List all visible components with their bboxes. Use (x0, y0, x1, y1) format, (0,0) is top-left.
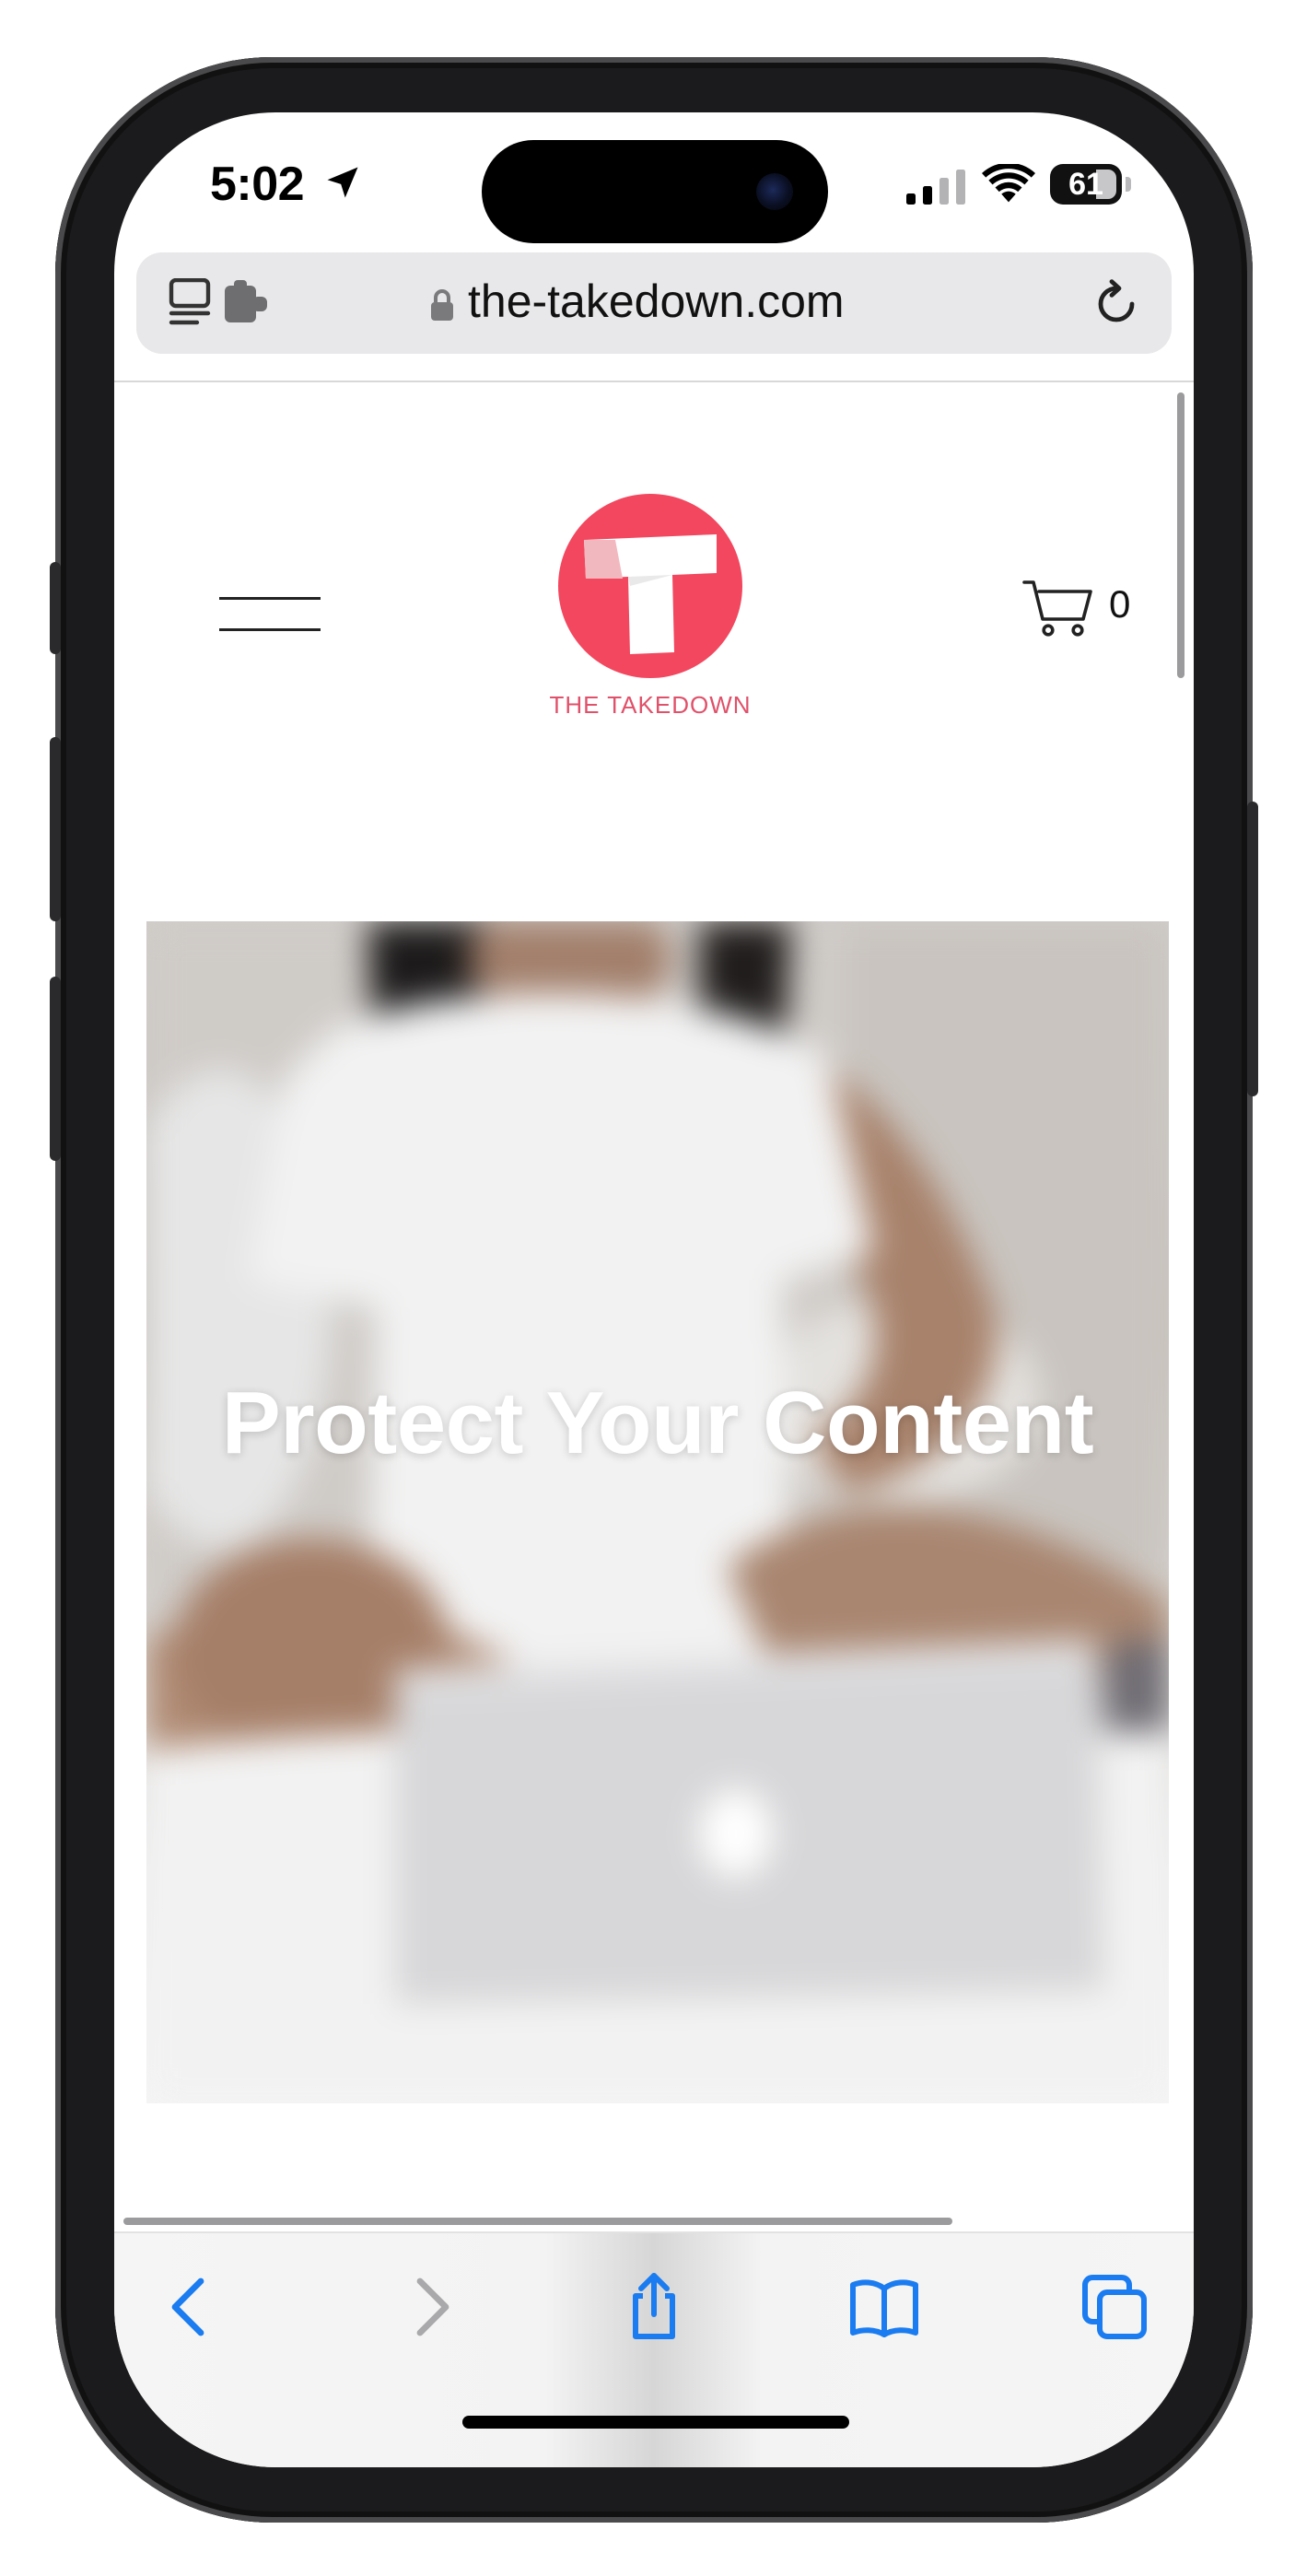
horizontal-scrollbar[interactable] (123, 2218, 952, 2225)
lock-icon (431, 289, 453, 321)
dynamic-island (482, 140, 828, 243)
bookmarks-icon[interactable] (847, 2270, 921, 2344)
share-icon[interactable] (617, 2270, 691, 2344)
power-button (1247, 802, 1258, 1096)
address-bar[interactable]: the-takedown.com (136, 252, 1172, 354)
url-text[interactable]: the-takedown.com (468, 275, 845, 328)
brand-name[interactable]: THE TAKEDOWN (464, 691, 836, 720)
vertical-scrollbar[interactable] (1177, 392, 1184, 678)
volume-up-button (50, 737, 61, 921)
status-time: 5:02 (210, 158, 305, 211)
reload-icon[interactable] (1091, 276, 1142, 328)
battery-level: 61 (1068, 166, 1103, 202)
logo-t-icon (584, 534, 717, 654)
battery-nub (1126, 177, 1131, 192)
front-camera (756, 173, 793, 210)
extension-icon (225, 280, 267, 322)
cart-count[interactable]: 0 (1109, 582, 1130, 626)
wifi-icon (982, 164, 1035, 203)
cart-icon[interactable] (1022, 577, 1096, 639)
action-button (50, 562, 61, 654)
back-icon[interactable] (155, 2270, 228, 2344)
battery-icon: 61 (1050, 164, 1122, 205)
cellular-signal-icon (906, 170, 965, 205)
tabs-icon[interactable] (1078, 2270, 1151, 2344)
menu-icon[interactable] (219, 593, 321, 634)
hero-image (146, 921, 1169, 2103)
location-arrow-icon (327, 167, 358, 198)
site-header: THE TAKEDOWN 0 (114, 381, 1194, 870)
forward-icon[interactable] (392, 2270, 466, 2344)
screen: 5:02 61 the-takedown.com THE TAKEDOWN 0 … (114, 112, 1194, 2467)
volume-down-button (50, 977, 61, 1161)
browser-toolbar (114, 2231, 1194, 2467)
hero-banner: Protect Your Content (146, 921, 1169, 2103)
hero-title: Protect Your Content (221, 1374, 1094, 1472)
home-indicator[interactable] (462, 2416, 849, 2429)
site-logo[interactable] (558, 494, 742, 678)
tab-layout-icon[interactable] (168, 278, 278, 330)
